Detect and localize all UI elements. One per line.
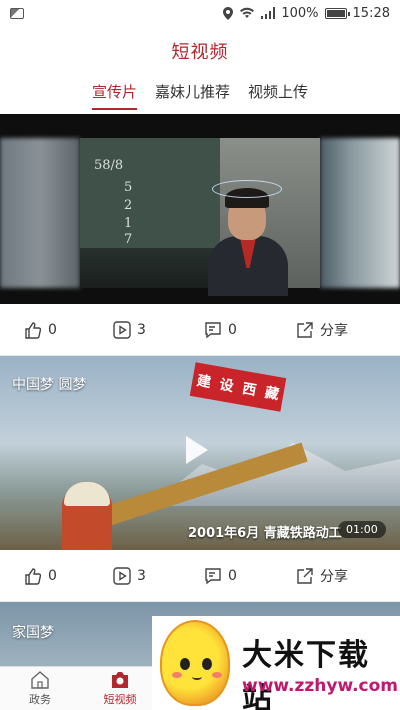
board-text: 5 xyxy=(124,180,133,195)
halo-effect xyxy=(212,180,282,198)
comment-count: 0 xyxy=(228,322,237,338)
board-text: 58/8 xyxy=(94,158,124,173)
nav-label: 政务 xyxy=(29,693,51,706)
video-actions-1: 0 3 0 分享 xyxy=(0,304,400,356)
gallery-notification-icon xyxy=(10,7,24,19)
play-count: 3 xyxy=(137,322,146,338)
status-bar: 100% 15:28 xyxy=(0,0,400,26)
share-label: 分享 xyxy=(320,569,348,585)
sign-char: 西 xyxy=(240,380,258,400)
sign-char: 建 xyxy=(195,372,213,392)
battery-icon xyxy=(324,7,350,19)
sign-char: 藏 xyxy=(263,384,281,404)
comment-button[interactable]: 0 xyxy=(204,567,237,585)
nav-item-short-video[interactable]: 短视频 xyxy=(80,667,160,710)
nav-item-government[interactable]: 政务 xyxy=(0,667,80,710)
video-actions-2: 0 3 0 分享 xyxy=(0,550,400,602)
comment-icon xyxy=(205,322,221,339)
nav-label: 短视频 xyxy=(103,693,137,706)
tab-bar: 宣传片 嘉妹儿推荐 视频上传 xyxy=(0,76,400,114)
play-icon xyxy=(113,321,131,339)
video-overlay-title: 中国梦 圆梦 xyxy=(12,377,87,393)
video-blur-right xyxy=(320,138,400,288)
clock: 15:28 xyxy=(352,5,390,21)
mascot-icon xyxy=(160,620,230,706)
share-button[interactable]: 分享 xyxy=(296,320,348,340)
page-title: 短视频 xyxy=(171,42,229,63)
location-icon xyxy=(223,6,234,20)
signal-icon xyxy=(261,7,276,19)
like-count: 0 xyxy=(48,568,57,584)
battery-percent: 100% xyxy=(281,5,319,21)
board-text: 2 xyxy=(124,198,133,213)
board-text: 7 xyxy=(124,232,133,247)
play-count: 3 xyxy=(137,568,146,584)
comment-count: 0 xyxy=(228,568,237,584)
video-player-1[interactable]: 58/8 5 2 1 7 xyxy=(0,114,400,304)
like-button[interactable]: 0 xyxy=(24,567,57,585)
watermark-title: 大米下载站 xyxy=(242,638,370,710)
thumbs-up-icon xyxy=(25,322,42,339)
like-button[interactable]: 0 xyxy=(24,321,57,339)
helmet xyxy=(64,482,110,506)
video-overlay-title: 家国梦 xyxy=(12,625,54,641)
video-player-2[interactable]: 建 设 西 藏 中国梦 圆梦 2001年6月 青藏铁路动工 01:00 xyxy=(0,356,400,550)
share-icon xyxy=(297,322,313,338)
video-frame: 58/8 5 2 1 7 xyxy=(80,138,320,296)
tab-upload[interactable]: 视频上传 xyxy=(248,76,308,114)
video-blur-left xyxy=(0,138,80,288)
video-duration: 01:00 xyxy=(338,521,386,538)
wifi-icon xyxy=(239,7,255,19)
play-overlay-icon[interactable] xyxy=(186,436,208,464)
watermark-url: www.zzhyw.com xyxy=(242,676,399,696)
app-header: 短视频 xyxy=(0,26,400,76)
tab-recommend[interactable]: 嘉妹儿推荐 xyxy=(155,76,230,114)
camera-icon xyxy=(112,672,128,688)
share-icon xyxy=(297,568,313,584)
sign-char: 设 xyxy=(218,376,235,396)
thumbs-up-icon xyxy=(25,568,42,585)
play-count-button[interactable]: 3 xyxy=(113,321,146,339)
board-text: 1 xyxy=(124,216,133,231)
play-icon xyxy=(113,567,131,585)
construction-sign: 建 设 西 藏 xyxy=(189,362,287,412)
watermark-logo: 大米下载站 www.zzhyw.com xyxy=(152,616,400,710)
video-caption: 2001年6月 青藏铁路动工 xyxy=(188,526,342,541)
home-icon xyxy=(31,671,49,689)
tab-promo[interactable]: 宣传片 xyxy=(91,76,137,114)
comment-icon xyxy=(205,568,221,585)
share-button[interactable]: 分享 xyxy=(296,566,348,586)
chalkboard: 58/8 5 2 1 7 xyxy=(80,138,220,248)
share-label: 分享 xyxy=(320,323,348,339)
play-count-button[interactable]: 3 xyxy=(113,567,146,585)
comment-button[interactable]: 0 xyxy=(204,321,237,339)
like-count: 0 xyxy=(48,322,57,338)
